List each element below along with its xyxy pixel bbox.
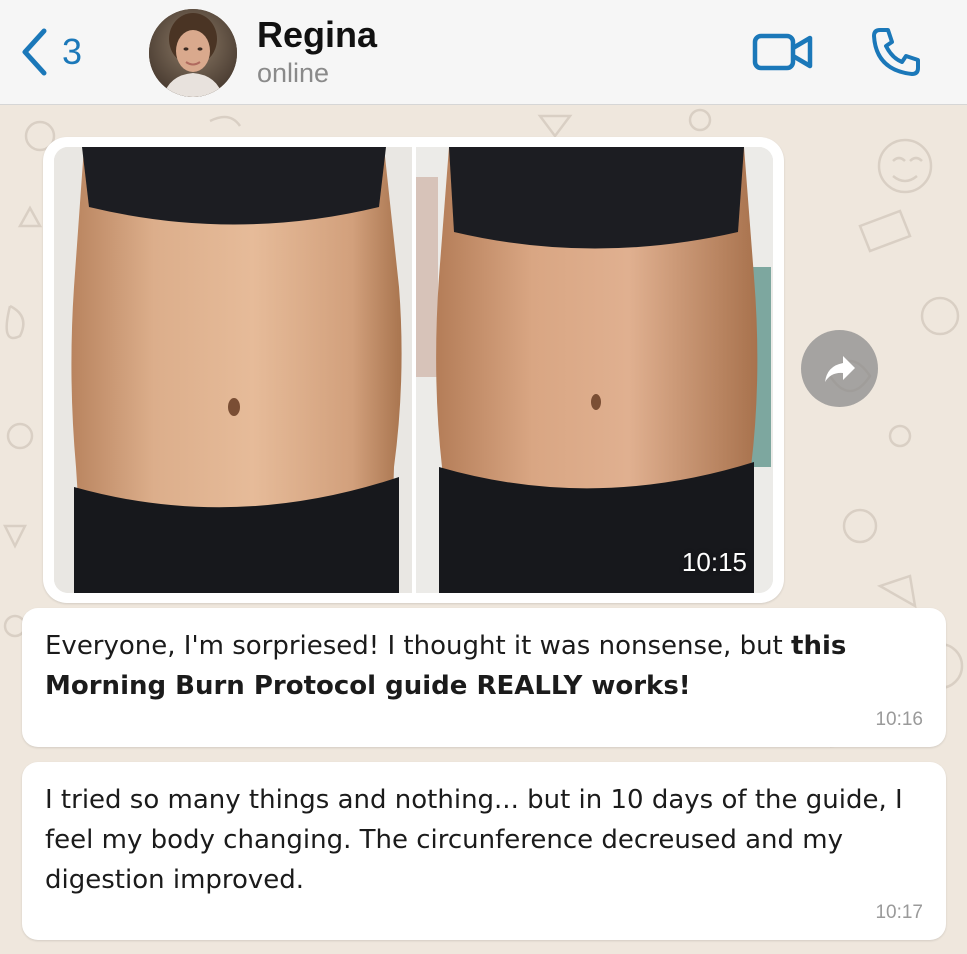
- chat-header: 3 Regina online: [0, 0, 967, 105]
- phone-call-button[interactable]: [870, 26, 922, 82]
- message-text: Everyone, I'm sorpriesed! I thought it w…: [45, 626, 922, 706]
- back-chevron-icon: [22, 28, 47, 76]
- image-message[interactable]: 10:15: [43, 137, 784, 603]
- contact-name[interactable]: Regina: [257, 14, 377, 55]
- message-text: I tried so many things and nothing... bu…: [45, 785, 903, 895]
- forward-icon: [824, 355, 855, 382]
- image-timestamp: 10:15: [681, 547, 747, 577]
- unread-count: 3: [62, 31, 83, 72]
- video-call-button[interactable]: [752, 30, 814, 78]
- forward-button[interactable]: [801, 330, 878, 407]
- back-button[interactable]: 3: [20, 26, 110, 78]
- text-message[interactable]: I tried so many things and nothing... bu…: [22, 762, 946, 940]
- contact-status: online: [257, 58, 330, 88]
- chat-area[interactable]: 10:15 Everyone, I'm sorpriesed! I though…: [0, 106, 967, 954]
- text-message[interactable]: Everyone, I'm sorpriesed! I thought it w…: [22, 608, 946, 747]
- message-timestamp: 10:17: [875, 902, 923, 923]
- video-call-icon: [752, 33, 813, 71]
- phone-call-icon: [872, 28, 920, 76]
- avatar[interactable]: [149, 9, 237, 97]
- message-text-plain: Everyone, I'm sorpriesed! I thought it w…: [45, 631, 792, 661]
- message-timestamp: 10:16: [875, 709, 923, 730]
- before-after-photo[interactable]: 10:15: [54, 147, 773, 593]
